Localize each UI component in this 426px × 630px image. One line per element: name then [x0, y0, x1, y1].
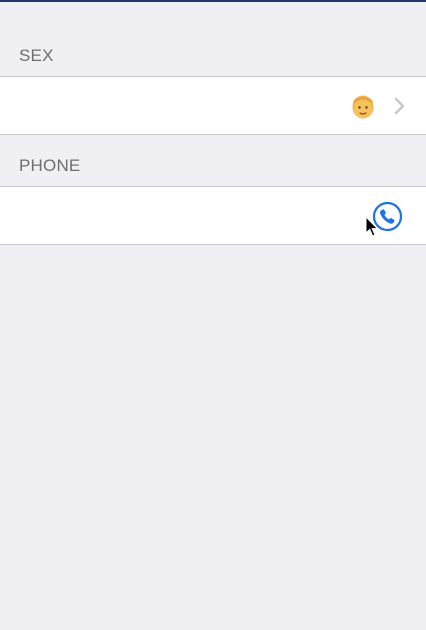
chevron-right-icon — [394, 97, 405, 115]
phone-cell[interactable] — [0, 186, 426, 245]
top-bar — [0, 0, 426, 2]
male-face-emoji-icon — [352, 95, 374, 119]
sex-cell[interactable] — [0, 76, 426, 135]
section-header-phone: PHONE — [19, 156, 81, 175]
section-header-sex: SEX — [19, 46, 54, 65]
mouse-cursor-icon — [365, 216, 379, 237]
